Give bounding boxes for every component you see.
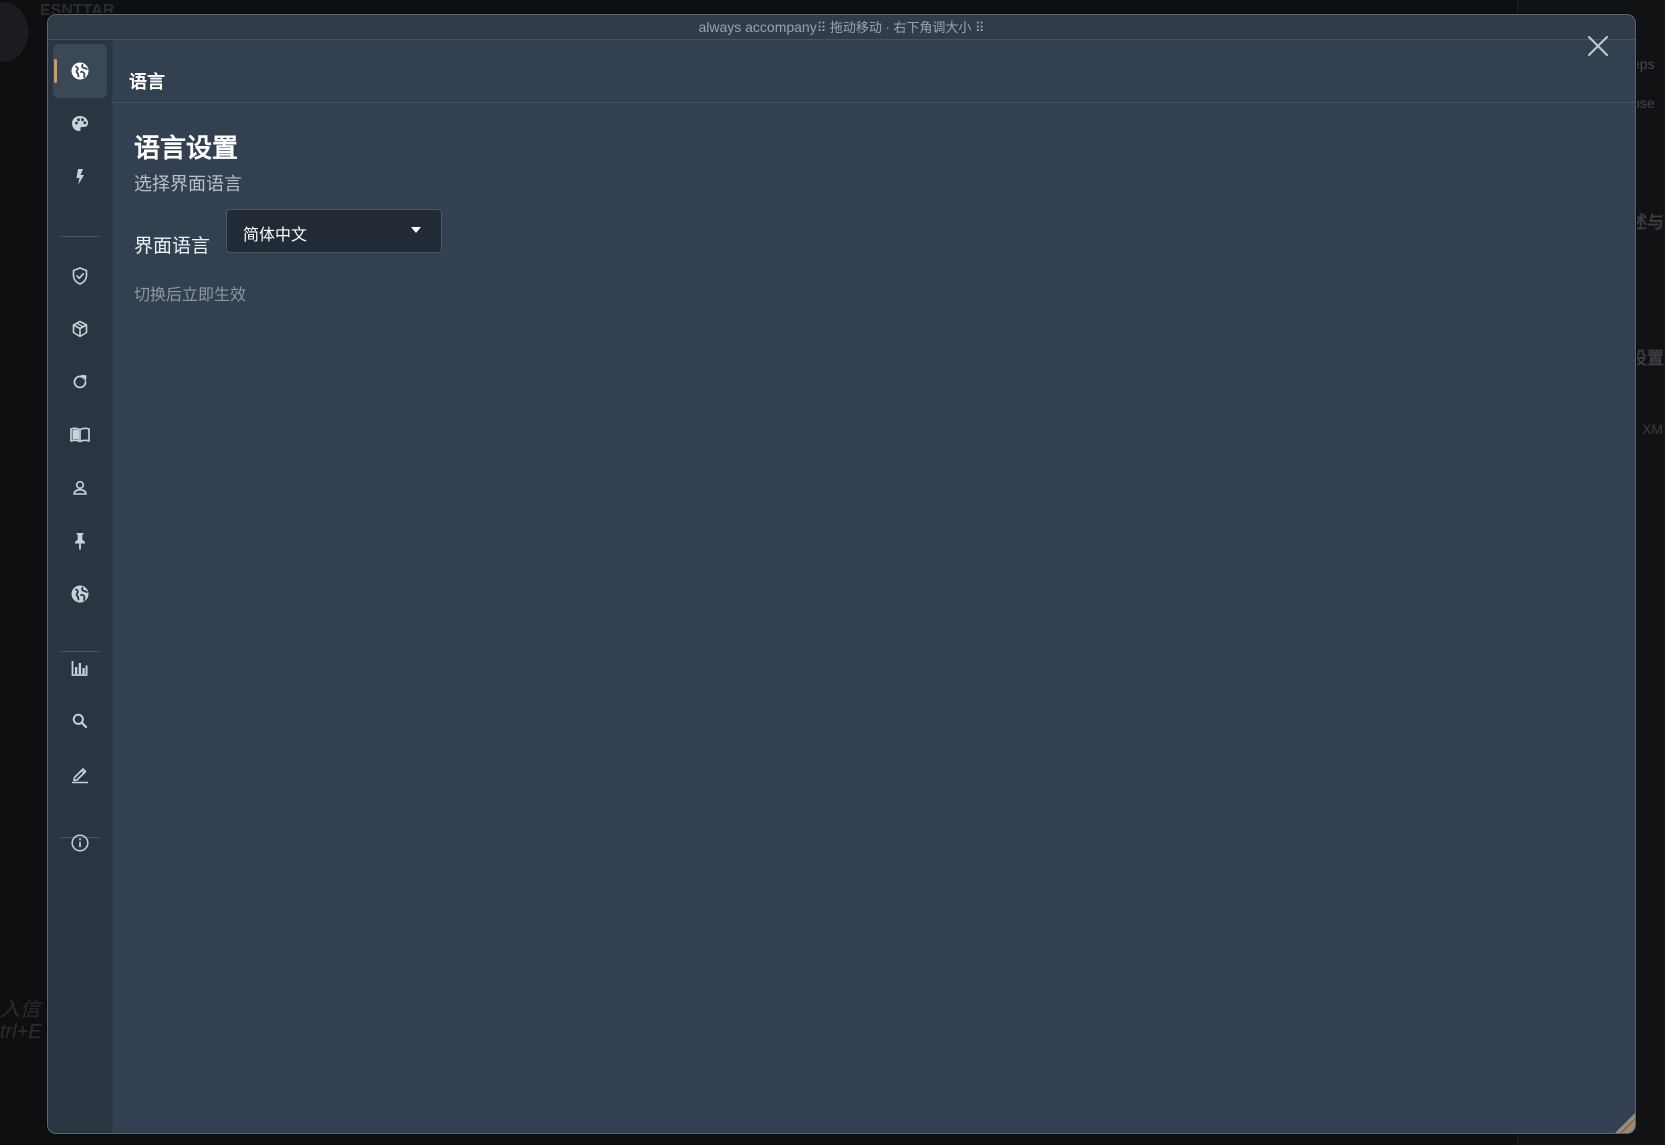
- palette-icon: [72, 116, 88, 131]
- section-title: 语言: [129, 72, 165, 92]
- sidebar-item-profile[interactable]: [53, 461, 107, 515]
- user-icon: [73, 480, 87, 495]
- sidebar-item-network[interactable]: [53, 567, 107, 621]
- sidebar-item-appearance[interactable]: [53, 97, 107, 151]
- refresh-icon: [73, 374, 87, 389]
- sidebar-item-pinned[interactable]: [53, 514, 107, 568]
- resize-handle[interactable]: [1609, 1107, 1635, 1133]
- page-subtitle: 选择界面语言: [134, 174, 242, 195]
- shield-check-icon: [72, 267, 88, 285]
- caret-down-icon: [411, 227, 421, 233]
- background-right-text: XM: [1642, 421, 1663, 437]
- language-select[interactable]: 简体中文: [226, 209, 442, 253]
- sidebar-item-privacy[interactable]: [53, 249, 107, 303]
- sidebar-item-statistics[interactable]: [53, 641, 107, 695]
- modal-drag-hint: ⠿ 拖动移动 · 右下角调大小 ⠿: [816, 20, 985, 35]
- settings-content: 语言 语言设置 选择界面语言 界面语言 简体中文 切换后立即生效: [112, 40, 1635, 1133]
- sidebar-item-search[interactable]: [53, 694, 107, 748]
- sidebar-divider: [61, 236, 99, 237]
- language-hint: 切换后立即生效: [134, 285, 247, 304]
- sidebar-item-knowledge[interactable]: [53, 408, 107, 462]
- language-field-label: 界面语言: [134, 235, 211, 257]
- background-avatar: [0, 2, 28, 62]
- background-input-hint: 入信: [0, 999, 40, 1021]
- sidebar-item-sync[interactable]: [53, 355, 107, 409]
- globe-icon: [71, 62, 89, 80]
- language-select-value: 简体中文: [243, 225, 308, 244]
- bar-chart-icon: [71, 661, 88, 676]
- page-title: 语言设置: [134, 133, 239, 163]
- info-icon: [71, 834, 89, 852]
- book-open-icon: [70, 427, 90, 443]
- cube-icon: [72, 320, 88, 338]
- resize-grip-icon: [1615, 1113, 1635, 1133]
- sidebar-item-language[interactable]: [53, 44, 107, 98]
- pin-icon: [75, 533, 85, 550]
- section-header: 语言: [112, 40, 1635, 103]
- settings-modal: always accompany⠿ 拖动移动 · 右下角调大小 ⠿ 语言 语言设…: [47, 14, 1636, 1134]
- globe-icon: [71, 585, 89, 603]
- pencil-icon: [71, 768, 89, 784]
- sidebar-item-shortcuts[interactable]: [53, 150, 107, 204]
- search-icon: [72, 713, 88, 729]
- modal-app-name: always accompany: [698, 19, 817, 35]
- sidebar-item-editor[interactable]: [53, 747, 107, 801]
- settings-sidebar: [48, 40, 113, 1133]
- modal-drag-bar[interactable]: always accompany⠿ 拖动移动 · 右下角调大小 ⠿: [48, 15, 1635, 40]
- sidebar-item-models[interactable]: [53, 302, 107, 356]
- lightning-icon: [76, 169, 84, 185]
- sidebar-item-about[interactable]: [53, 816, 107, 870]
- background-shortcut-hint: trl+E: [0, 1021, 42, 1043]
